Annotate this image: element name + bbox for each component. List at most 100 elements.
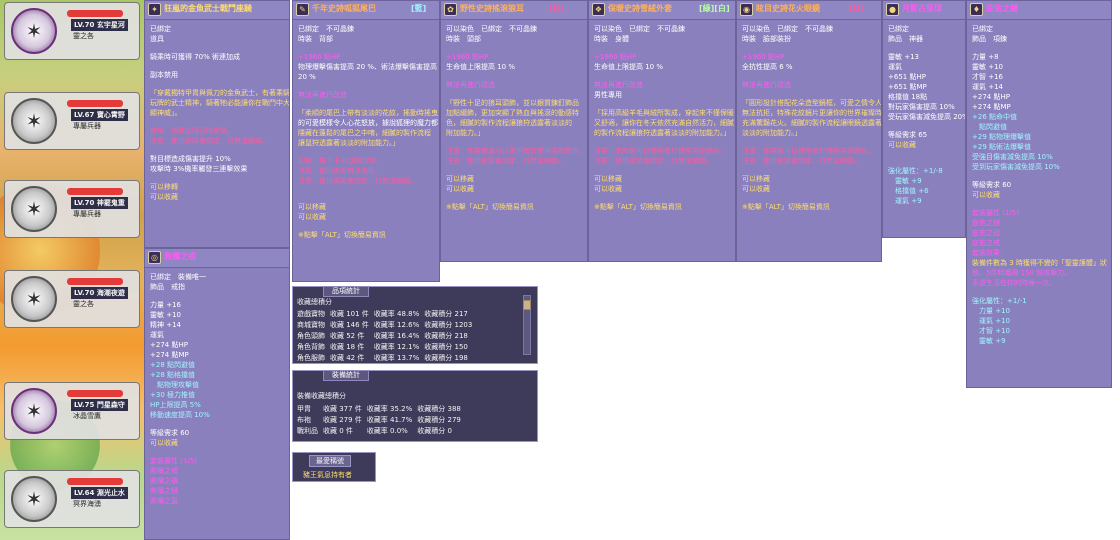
tooltip-line: 精神 +14	[150, 321, 181, 329]
item-title: 保暖史詩雪絨外套	[608, 4, 672, 13]
tooltip-line: +274 點HP	[972, 93, 1010, 101]
tooltip-line: 靈敏 +9	[888, 177, 922, 185]
item-tooltip-ears: ✿ 野性史詩搖滾狼耳 [紅] 可以染色 已綁定 不可晶鍊 時裝 頭部 +1960 點HP…	[440, 0, 588, 262]
tooltip-line: 可以收藏	[150, 439, 178, 447]
tooltip-line: 色，細膩的製作流程讓狼狩透露著淡淡的	[446, 119, 572, 127]
stats-cell: 布袍	[297, 415, 311, 424]
pet-card[interactable]: ✶ LV.70 海潮夜遊 靈之各	[4, 270, 140, 328]
stats-cell: 收藏積分 198	[424, 353, 468, 362]
tooltip-line: 庇佑之戒	[972, 239, 1000, 247]
stats-row: 角色頭飾 收藏 52 件收藏率 16.4% 收藏積分 218	[297, 330, 477, 341]
item-tooltip-ring: ◎ 救贖之戒 已綁定 裝備唯一 飾品 戒指 力量 +16 靈敏 +10 精神 +14 運氣 +…	[144, 248, 290, 540]
item-details: 可以染色 已綁定 不可晶鍊 時裝 臉部裝扮 +1960 點HP 全抗性提高 6 % 無法…	[737, 20, 881, 216]
tooltip-line: 庇佑之鏈	[972, 219, 1000, 227]
stats-cell: 遊戲寶物	[297, 309, 325, 318]
tooltip-line: 運氣 +14	[972, 83, 1003, 91]
tooltip-line: 力量 +8	[972, 53, 999, 61]
stats-tab[interactable]: 裝備統計	[323, 370, 369, 381]
stats-cell: 收藏率 48.8%	[373, 309, 420, 318]
stats-cell: 角色服飾	[297, 353, 325, 362]
favorite-title-panel: 最愛稱號 豬王氣息持有者	[292, 452, 376, 482]
tooltip-line: 注意：本時裝可以使用者於使用染劑變色。	[594, 147, 727, 155]
equipment-stats-panel: 裝備統計 裝備收藏總積分 甲胄 收藏 377 件收藏率 35.2% 收藏積分 388…	[292, 370, 538, 442]
pet-class: 專屬兵器	[73, 210, 101, 218]
stats-cell: 角色頭飾	[297, 331, 325, 340]
item-color-tag: [紅]	[549, 4, 565, 13]
tooltip-line: 庇佑之冠	[972, 229, 1000, 237]
stats-cell: 收藏 377 件	[323, 404, 362, 413]
stats-scrollbar[interactable]	[523, 295, 531, 355]
tooltip-line: 等級需求 60	[150, 429, 190, 437]
tooltip-line: +28 點格擋值	[150, 371, 195, 379]
pet-avatar-icon: ✶	[11, 388, 57, 434]
tooltip-line: +651 點MP	[888, 83, 927, 91]
pet-level: LV.70 海潮夜遊	[71, 287, 128, 299]
glasses-item-icon: ◉	[740, 3, 753, 16]
scroll-thumb[interactable]	[523, 300, 531, 310]
collection-stats-panel: 品項統計 收藏總積分 遊戲寶物 收藏 101 件收藏率 48.8% 收藏積分 217…	[292, 286, 538, 364]
tooltip-line: 已綁定	[972, 25, 993, 33]
tooltip-line: 強化屬性：+1/-1	[972, 297, 1027, 305]
stats-tab[interactable]: 品項統計	[323, 286, 369, 297]
stats-cell: 收藏 18 件	[330, 342, 365, 351]
tooltip-line: HP上限提高 5%	[150, 401, 201, 409]
stats-cell: 甲胄	[297, 404, 311, 413]
tooltip-line: 無法再進行改造	[742, 81, 791, 89]
pet-card[interactable]: ✶ LV.67 寶心霄野 專屬兵器	[4, 92, 140, 150]
tooltip-line: +1960 點HP	[446, 53, 489, 61]
pet-level: LV.75 門星森守	[71, 399, 128, 411]
tooltip-line: 「穿戴獨特甲胄與佩刀的金魚武士，有著乘騎	[150, 89, 290, 97]
tooltip-line: 救贖之鏈	[150, 487, 178, 495]
redacted-name	[67, 188, 123, 195]
tooltip-line: 飾品 戒指	[150, 283, 185, 291]
tooltip-line: 道具	[150, 35, 164, 43]
pet-class: 冥界海湧	[73, 500, 101, 508]
item-color-tag: [藍]	[411, 4, 427, 13]
tooltip-line: 受玩家傷害減免提高 20%	[888, 113, 966, 121]
stats-cell: 收藏積分 1203	[424, 320, 473, 329]
stats-row: 戰利品 收藏 0 件 收藏率 0.0% 收藏積分 0	[297, 425, 466, 436]
tooltip-line: 才智 +16	[972, 73, 1003, 81]
tooltip-line: 「野性十足的狼耳頭飾，並以銀質鍊釘飾品	[446, 99, 579, 107]
pet-card[interactable]: ✶ LV.70 玄宇星河 靈之各	[4, 2, 140, 60]
item-title: 千年史詩呱狐尾巴	[312, 4, 376, 13]
tooltip-line: ※點擊「ALT」切換簡易資訊	[446, 203, 534, 211]
redacted-name	[67, 100, 123, 107]
tooltip-line: 無法再進行改造	[446, 81, 495, 89]
pet-class: 專屬兵器	[73, 122, 101, 130]
redacted-name	[67, 278, 123, 285]
orb-item-icon: ●	[886, 3, 899, 16]
tooltip-line: 救贖之盔	[150, 497, 178, 505]
tooltip-line: 注意：使用後將會綁定，且無法解綁。	[594, 157, 713, 165]
tooltip-line: 注意：使用後將會綁定，且無法解綁。	[446, 157, 565, 165]
stats-cell: 收藏 101 件	[330, 309, 369, 318]
item-tooltip-orb: ● 月影古星球 已綁定 飾品 神器 靈敏 +13 運氣 +651 點HP +651 點MP 格…	[882, 0, 966, 238]
tooltip-line: 永遠生活在你的時候一次。	[972, 279, 1056, 287]
mount-item-icon: ✦	[148, 3, 161, 16]
tooltip-line: 時裝 頭部	[446, 35, 481, 43]
tooltip-line: 時裝 身體	[594, 35, 629, 43]
tooltip-line: 裝備件數為 3 時獲得不變的「聖靈護體」狀	[972, 259, 1107, 267]
tooltip-line: 可以收藏	[150, 193, 178, 201]
tooltip-line: 淡淡的附加能力。」	[742, 129, 802, 137]
pet-card[interactable]: ✶ LV.64 淵光止水 冥界海湧	[4, 470, 140, 528]
item-color-tag: [紅]	[849, 4, 865, 13]
item-tooltip-necklace: ♦ 庇佑之鏈 已綁定 飾品 項鍊 力量 +8 靈敏 +10 才智 +16 運氣 +14 +27…	[966, 0, 1112, 388]
tooltip-line: 時裝 背部	[298, 35, 333, 43]
tooltip-line: 等級需求 60	[972, 181, 1012, 189]
pet-card[interactable]: ✶ LV.75 門星森守 冰晶雪鷹	[4, 382, 140, 440]
stats-cell: 收藏積分 217	[424, 309, 468, 318]
pet-card[interactable]: ✶ LV.70 神罷鬼重 專屬兵器	[4, 180, 140, 238]
